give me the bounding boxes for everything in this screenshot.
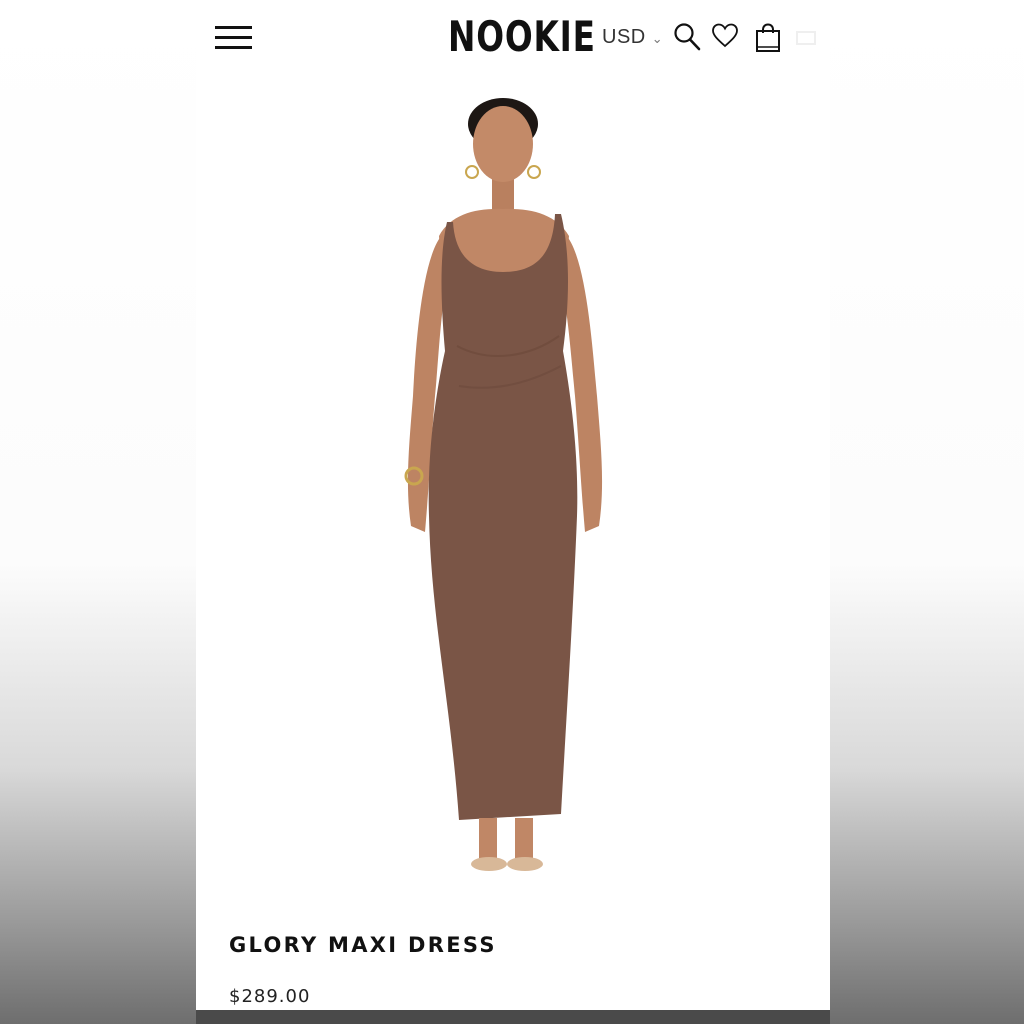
overflow-icon [796,30,816,46]
heart-icon[interactable] [711,22,739,50]
currency-label: USD [602,26,646,48]
product-image[interactable] [401,96,615,886]
site-header: NOOKIE USD ⌄ [196,0,830,78]
menu-icon[interactable] [215,24,253,52]
phone-screen: NOOKIE USD ⌄ GLORY MAXI DRESS $289.00 [196,0,830,1010]
chevron-down-icon: ⌄ [651,30,664,46]
background-left [0,0,196,1024]
product-price: $289.00 [229,986,311,1007]
search-icon[interactable] [673,22,701,52]
currency-selector[interactable]: USD ⌄ [602,26,663,49]
background-right [830,0,1024,1024]
bag-icon[interactable] [754,22,782,54]
product-title: GLORY MAXI DRESS [229,933,497,957]
bottom-bar [196,1010,830,1024]
brand-logo[interactable]: NOOKIE [448,12,596,61]
